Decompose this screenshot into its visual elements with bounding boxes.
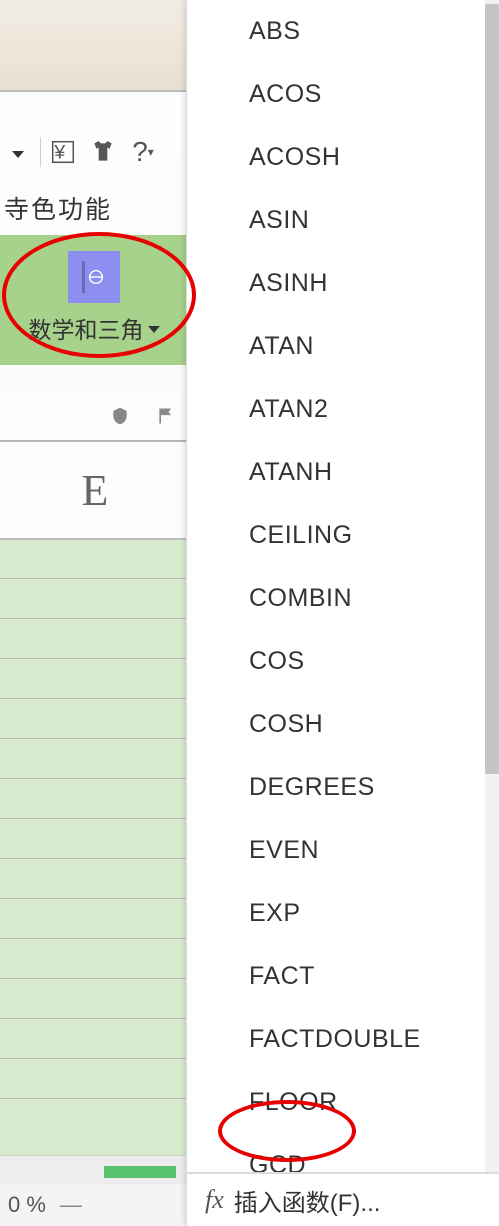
flag-icon[interactable]	[154, 404, 178, 428]
gridline	[0, 1098, 190, 1099]
secondary-toolbar	[0, 392, 186, 440]
math-trig-label: 数学和三角	[29, 311, 144, 345]
gridline	[0, 778, 190, 779]
horizontal-scrollbar-thumb[interactable]	[104, 1166, 176, 1178]
status-bar: 0 % —	[0, 1184, 190, 1226]
math-trig-dropdown[interactable]: 数学和三角	[6, 248, 182, 353]
gridline	[0, 698, 190, 699]
insert-function-label: 插入函数(F)...	[234, 1183, 381, 1218]
menu-item-even[interactable]: EVEN	[187, 819, 499, 882]
menu-item-cos[interactable]: COS	[187, 630, 499, 693]
gridline	[0, 818, 190, 819]
gridline	[0, 578, 190, 579]
quick-toolbar: ¥ ?▾	[0, 128, 186, 176]
math-trig-icon	[68, 251, 120, 303]
spreadsheet-area[interactable]: E	[0, 440, 190, 1226]
menu-item-floor[interactable]: FLOOR	[187, 1071, 499, 1134]
menu-item-abs[interactable]: ABS	[187, 0, 499, 63]
help-icon[interactable]: ?▾	[125, 134, 161, 170]
shield-icon[interactable]	[108, 404, 132, 428]
gridline	[0, 978, 190, 979]
insert-function-item[interactable]: fx 插入函数(F)...	[187, 1173, 499, 1226]
gridline	[0, 738, 190, 739]
chevron-down-icon	[148, 326, 160, 333]
fx-icon: fx	[205, 1185, 224, 1215]
zoom-minus-icon[interactable]: —	[60, 1192, 82, 1218]
menu-item-atan2[interactable]: ATAN2	[187, 378, 499, 441]
menu-item-acos[interactable]: ACOS	[187, 63, 499, 126]
gridline	[0, 1018, 190, 1019]
toolbar-dropdown-icon[interactable]	[0, 134, 36, 170]
menu-item-asinh[interactable]: ASINH	[187, 252, 499, 315]
menu-item-atan[interactable]: ATAN	[187, 315, 499, 378]
desktop-strip	[0, 0, 186, 91]
gridline	[0, 898, 190, 899]
menu-item-acosh[interactable]: ACOSH	[187, 126, 499, 189]
gridline	[0, 938, 190, 939]
function-dropdown-menu: ABS ACOS ACOSH ASIN ASINH ATAN ATAN2 ATA…	[186, 0, 500, 1226]
gridline	[0, 1058, 190, 1059]
gridline	[0, 658, 190, 659]
menu-scrollbar[interactable]	[485, 0, 499, 1172]
menu-item-asin[interactable]: ASIN	[187, 189, 499, 252]
zoom-label[interactable]: 0 %	[8, 1192, 46, 1218]
shirt-icon[interactable]	[85, 134, 121, 170]
menu-item-atanh[interactable]: ATANH	[187, 441, 499, 504]
svg-text:¥: ¥	[53, 142, 65, 164]
menu-item-cosh[interactable]: COSH	[187, 693, 499, 756]
column-header[interactable]: E	[0, 442, 190, 540]
menu-item-ceiling[interactable]: CEILING	[187, 504, 499, 567]
currency-icon[interactable]: ¥	[45, 134, 81, 170]
menu-item-degrees[interactable]: DEGREES	[187, 756, 499, 819]
menu-item-factdouble[interactable]: FACTDOUBLE	[187, 1008, 499, 1071]
ribbon-tab-label[interactable]: 寺色功能	[0, 190, 190, 230]
function-list: ABS ACOS ACOSH ASIN ASINH ATAN ATAN2 ATA…	[187, 0, 499, 1172]
menu-item-combin[interactable]: COMBIN	[187, 567, 499, 630]
menu-scrollbar-thumb[interactable]	[485, 4, 499, 774]
menu-item-fact[interactable]: FACT	[187, 945, 499, 1008]
toolbar-separator	[40, 137, 41, 167]
menu-item-gcd[interactable]: GCD	[187, 1134, 499, 1172]
gridline	[0, 858, 190, 859]
menu-item-exp[interactable]: EXP	[187, 882, 499, 945]
gridline	[0, 618, 190, 619]
